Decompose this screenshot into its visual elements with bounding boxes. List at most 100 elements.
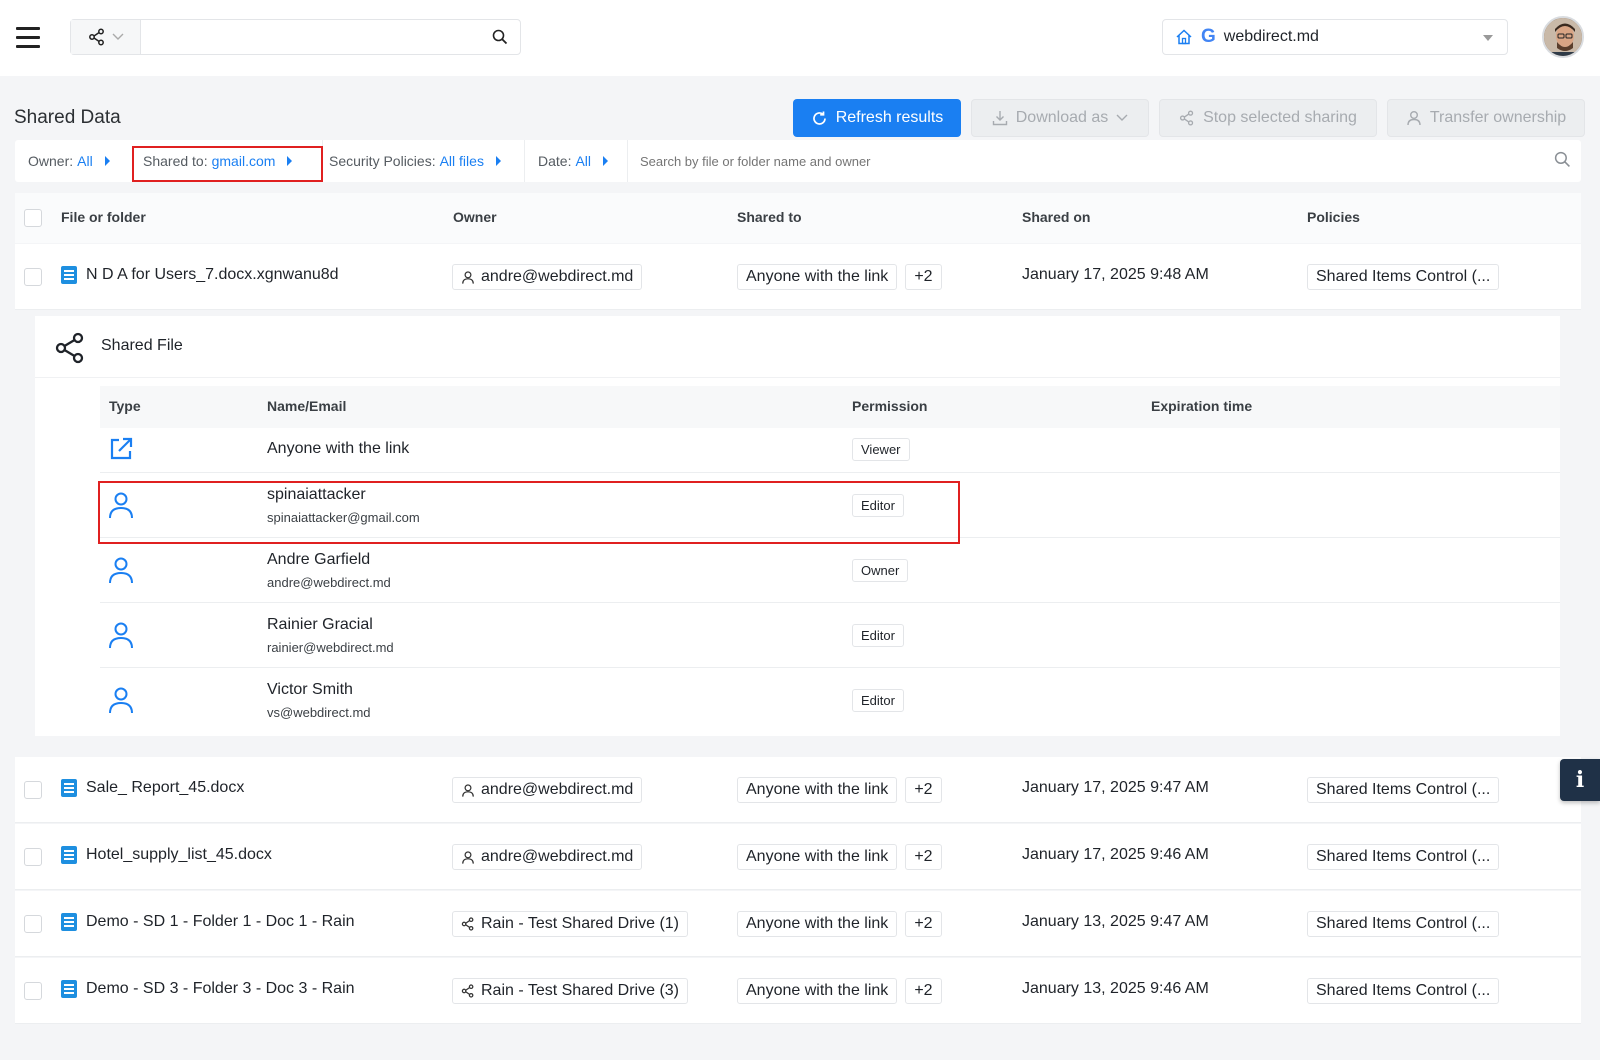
shared-to-chip[interactable]: Anyone with the link bbox=[737, 911, 898, 937]
download-as-button[interactable]: Download as bbox=[971, 99, 1149, 137]
stop-selected-sharing-button[interactable]: Stop selected sharing bbox=[1159, 99, 1377, 137]
policy-chip[interactable]: Shared Items Control (... bbox=[1307, 911, 1500, 937]
user-icon bbox=[462, 270, 474, 284]
domain-select[interactable]: G webdirect.md bbox=[1162, 19, 1508, 55]
permission-badge[interactable]: Editor bbox=[852, 689, 904, 712]
avatar[interactable] bbox=[1542, 16, 1584, 58]
table-row[interactable]: Sale_ Report_45.docx andre@webdirect.md … bbox=[15, 757, 1581, 823]
row-checkbox[interactable] bbox=[24, 915, 42, 933]
caret-right-icon bbox=[603, 156, 609, 166]
date-filter[interactable]: Date: All bbox=[538, 140, 609, 182]
caret-down-icon bbox=[1483, 35, 1493, 41]
col-shared-to: Shared to bbox=[737, 209, 802, 225]
shared-to-filter[interactable]: Shared to: gmail.com bbox=[143, 140, 293, 182]
shared-to-chip[interactable]: Anyone with the link bbox=[737, 264, 898, 290]
doc-icon bbox=[61, 779, 77, 797]
permission-badge[interactable]: Viewer bbox=[852, 438, 910, 461]
refresh-results-button[interactable]: Refresh results bbox=[793, 99, 961, 137]
share-entry-row[interactable]: Victor Smith vs@webdirect.md Editor bbox=[100, 668, 1560, 733]
permission-badge[interactable]: Editor bbox=[852, 624, 904, 647]
shared-to-chip[interactable]: Anyone with the link bbox=[737, 777, 898, 803]
caret-right-icon bbox=[287, 156, 293, 166]
user-icon bbox=[462, 850, 474, 864]
shared-on: January 13, 2025 9:46 AM bbox=[1022, 980, 1209, 997]
file-name[interactable]: N D A for Users_7.docx.xgnwanu8d bbox=[86, 266, 339, 284]
table-row[interactable]: Demo - SD 3 - Folder 3 - Doc 3 - Rain Ra… bbox=[15, 958, 1581, 1024]
owner-filter-label: Owner: bbox=[28, 153, 74, 169]
col-permission: Permission bbox=[852, 398, 928, 414]
shared-count-chip[interactable]: +2 bbox=[905, 978, 942, 1004]
shared-on: January 17, 2025 9:48 AM bbox=[1022, 266, 1209, 283]
share-entry-row[interactable]: Andre Garfield andre@webdirect.md Owner bbox=[100, 538, 1560, 603]
owner-chip[interactable]: andre@webdirect.md bbox=[452, 844, 643, 870]
doc-icon bbox=[61, 266, 77, 284]
shared-on: January 17, 2025 9:46 AM bbox=[1022, 846, 1209, 863]
doc-icon bbox=[61, 846, 77, 864]
entry-name: spinaiattacker bbox=[267, 486, 366, 503]
shared-count-chip[interactable]: +2 bbox=[905, 264, 942, 290]
col-expiration: Expiration time bbox=[1151, 398, 1253, 414]
google-logo-icon: G bbox=[1201, 26, 1216, 47]
shared-count-chip[interactable]: +2 bbox=[905, 777, 942, 803]
stop-sharing-label: Stop selected sharing bbox=[1203, 109, 1357, 126]
menu-icon[interactable] bbox=[16, 27, 40, 49]
transfer-label: Transfer ownership bbox=[1429, 109, 1567, 126]
permission-badge[interactable]: Editor bbox=[852, 494, 904, 517]
share-icon bbox=[1179, 110, 1194, 126]
panel-header: Shared File bbox=[35, 316, 1560, 378]
global-search[interactable] bbox=[70, 19, 521, 55]
share-entry-row[interactable]: Rainier Gracial rainier@webdirect.md Edi… bbox=[100, 603, 1560, 668]
entry-name: Anyone with the link bbox=[267, 440, 410, 457]
domain-name: webdirect.md bbox=[1223, 28, 1319, 45]
owner-chip[interactable]: Rain - Test Shared Drive (1) bbox=[452, 911, 688, 937]
file-search-input[interactable] bbox=[640, 140, 1520, 182]
policy-chip[interactable]: Shared Items Control (... bbox=[1307, 777, 1500, 803]
transfer-ownership-button[interactable]: Transfer ownership bbox=[1387, 99, 1585, 137]
owner-chip[interactable]: andre@webdirect.md bbox=[452, 264, 643, 290]
shared-file-panel: Shared File Type Name/Email Permission E… bbox=[35, 316, 1560, 736]
file-name[interactable]: Demo - SD 1 - Folder 1 - Doc 1 - Rain bbox=[86, 913, 355, 931]
user-icon bbox=[109, 622, 133, 649]
search-mode-dropdown[interactable] bbox=[71, 20, 141, 54]
row-checkbox[interactable] bbox=[24, 848, 42, 866]
shared-to-chip[interactable]: Anyone with the link bbox=[737, 844, 898, 870]
shared-to-chip[interactable]: Anyone with the link bbox=[737, 978, 898, 1004]
file-name[interactable]: Hotel_supply_list_45.docx bbox=[86, 846, 272, 864]
divider bbox=[322, 140, 323, 182]
permission-badge[interactable]: Owner bbox=[852, 559, 909, 582]
owner-chip[interactable]: andre@webdirect.md bbox=[452, 777, 643, 803]
search-icon[interactable] bbox=[1554, 151, 1571, 168]
share-entry-row[interactable]: spinaiattacker spinaiattacker@gmail.com … bbox=[100, 473, 1560, 538]
select-all-checkbox[interactable] bbox=[24, 209, 42, 227]
owner-filter[interactable]: Owner: All bbox=[28, 140, 110, 182]
home-icon bbox=[1176, 29, 1192, 45]
file-name[interactable]: Demo - SD 3 - Folder 3 - Doc 3 - Rain bbox=[86, 980, 355, 998]
global-search-input[interactable] bbox=[147, 25, 477, 49]
external-link-icon bbox=[110, 437, 133, 460]
owner-chip[interactable]: Rain - Test Shared Drive (3) bbox=[452, 978, 688, 1004]
doc-icon bbox=[61, 913, 77, 931]
entry-email: spinaiattacker@gmail.com bbox=[267, 510, 420, 525]
entry-name: Andre Garfield bbox=[267, 551, 371, 568]
user-icon bbox=[462, 783, 474, 797]
info-button[interactable]: i bbox=[1560, 759, 1600, 801]
entry-name: Victor Smith bbox=[267, 681, 353, 698]
owner-drive: Rain - Test Shared Drive (1) bbox=[481, 915, 679, 932]
row-checkbox[interactable] bbox=[24, 982, 42, 1000]
download-label: Download as bbox=[1015, 109, 1109, 126]
table-row[interactable]: N D A for Users_7.docx.xgnwanu8d andre@w… bbox=[15, 244, 1581, 310]
table-row[interactable]: Hotel_supply_list_45.docx andre@webdirec… bbox=[15, 824, 1581, 890]
search-icon[interactable] bbox=[492, 29, 508, 45]
row-checkbox[interactable] bbox=[24, 268, 42, 286]
table-row[interactable]: Demo - SD 1 - Folder 1 - Doc 1 - Rain Ra… bbox=[15, 891, 1581, 957]
shared-on: January 17, 2025 9:47 AM bbox=[1022, 779, 1209, 796]
file-name[interactable]: Sale_ Report_45.docx bbox=[86, 779, 244, 797]
policy-chip[interactable]: Shared Items Control (... bbox=[1307, 844, 1500, 870]
shared-count-chip[interactable]: +2 bbox=[905, 911, 942, 937]
shared-count-chip[interactable]: +2 bbox=[905, 844, 942, 870]
policy-chip[interactable]: Shared Items Control (... bbox=[1307, 264, 1500, 290]
row-checkbox[interactable] bbox=[24, 781, 42, 799]
share-entry-row[interactable]: Anyone with the link Viewer bbox=[100, 428, 1560, 473]
policy-chip[interactable]: Shared Items Control (... bbox=[1307, 978, 1500, 1004]
security-policies-filter[interactable]: Security Policies: All files bbox=[329, 140, 501, 182]
